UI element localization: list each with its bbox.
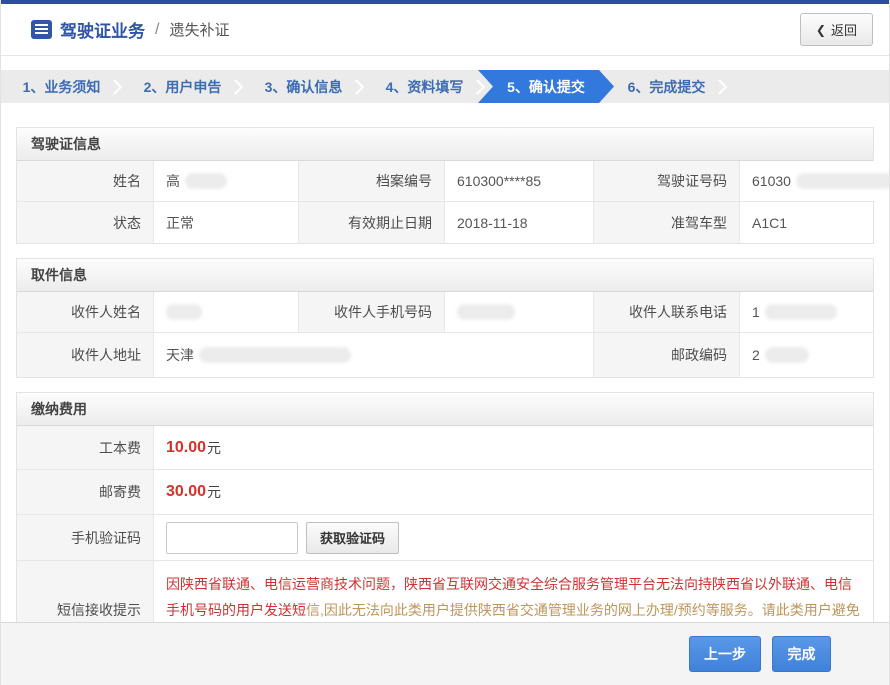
redacted-blur [796,173,890,189]
section-title: 取件信息 [17,259,873,292]
label-file-number: 档案编号 [299,161,445,201]
table-row: 工本费 10.00 元 [17,426,873,470]
chevron-right-icon [349,79,365,95]
value-status: 正常 [154,202,299,243]
step-3-confirm-info[interactable]: 3、确认信息 [243,70,364,103]
previous-step-button[interactable]: 上一步 [689,636,761,672]
back-button[interactable]: ❮ 返回 [800,13,873,46]
label-sms-code: 手机验证码 [17,515,154,560]
value-mailing-fee: 30.00 元 [154,470,873,514]
page-header: 驾驶证业务 / 遗失补证 ❮ 返回 [1,4,889,56]
value-license-number: 61030 [740,161,890,201]
page-title: 驾驶证业务 [60,17,145,42]
label-name: 姓名 [17,161,154,201]
page: 驾驶证业务 / 遗失补证 ❮ 返回 1、业务须知 2、用户申告 3、确认信息 4… [0,0,890,685]
table-row: 姓名 高 档案编号 610300****85 驾驶证号码 61030 [17,161,873,202]
label-recipient-name: 收件人姓名 [17,292,154,332]
steps-filler [727,70,889,103]
section-title: 驾驶证信息 [17,128,873,161]
redacted-blur [199,347,351,363]
chevron-right-icon [470,79,486,95]
chevron-right-icon [107,79,123,95]
sms-code-cell: 获取验证码 [154,515,873,560]
mailing-fee-amount: 30.00 [166,483,206,501]
back-button-label: 返回 [831,20,857,39]
value-name: 高 [154,161,299,201]
value-recipient-phone: 1 [740,292,873,332]
table-row: 邮寄费 30.00 元 [17,470,873,515]
footer-action-bar: 上一步 完成 [1,622,889,685]
breadcrumb-separator: / [155,21,159,39]
step-5-confirm-submit-active[interactable]: 5、确认提交 [478,70,614,103]
chevron-right-icon [228,79,244,95]
label-expiry-date: 有效期止日期 [299,202,445,243]
value-recipient-address: 天津 [154,333,594,377]
value-file-number: 610300****85 [445,161,594,201]
chevron-left-icon: ❮ [816,23,826,37]
step-1-business-notice[interactable]: 1、业务须知 [1,70,122,103]
section-license-info: 驾驶证信息 姓名 高 档案编号 610300****85 驾驶证号码 61030… [16,127,874,244]
redacted-blur [765,347,809,363]
table-row: 状态 正常 有效期止日期 2018-11-18 准驾车型 A1C1 [17,202,873,243]
table-row: 收件人姓名 收件人手机号码 收件人联系电话 1 [17,292,873,333]
value-production-fee: 10.00 元 [154,426,873,469]
mailing-fee-unit: 元 [207,482,221,502]
label-recipient-phone: 收件人联系电话 [594,292,740,332]
section-fees: 缴纳费用 工本费 10.00 元 邮寄费 30.00 元 手机验证码 获取验证码… [16,392,874,660]
label-vehicle-class: 准驾车型 [594,202,740,243]
label-status: 状态 [17,202,154,243]
production-fee-unit: 元 [207,438,221,458]
step-progress-bar: 1、业务须知 2、用户申告 3、确认信息 4、资料填写 5、确认提交 6、完成提… [1,70,889,103]
sms-code-input[interactable] [166,522,298,554]
label-postal-code: 邮政编码 [594,333,740,377]
table-row: 手机验证码 获取验证码 [17,515,873,561]
value-expiry-date: 2018-11-18 [445,202,594,243]
label-recipient-address: 收件人地址 [17,333,154,377]
redacted-blur [765,304,837,320]
section-title: 缴纳费用 [17,393,873,426]
value-vehicle-class: A1C1 [740,202,873,243]
step-4-fill-data[interactable]: 4、资料填写 [364,70,485,103]
value-postal-code: 2 [740,333,873,377]
redacted-blur [166,304,202,320]
get-sms-code-button[interactable]: 获取验证码 [306,522,399,554]
value-recipient-name [154,292,299,332]
label-license-number: 驾驶证号码 [594,161,740,201]
label-recipient-mobile: 收件人手机号码 [299,292,445,332]
page-subtitle: 遗失补证 [169,19,229,40]
step-2-user-declaration[interactable]: 2、用户申告 [122,70,243,103]
redacted-blur [185,173,227,189]
redacted-blur [457,304,515,320]
production-fee-amount: 10.00 [166,439,206,457]
breadcrumb: 驾驶证业务 / 遗失补证 [31,17,229,42]
value-recipient-mobile [445,292,594,332]
section-pickup-info: 取件信息 收件人姓名 收件人手机号码 收件人联系电话 1 收件人地址 天津 邮政… [16,258,874,378]
list-icon [31,20,52,39]
finish-button[interactable]: 完成 [772,636,831,672]
chevron-right-icon [712,79,728,95]
step-6-complete-submit[interactable]: 6、完成提交 [606,70,727,103]
label-mailing-fee: 邮寄费 [17,470,154,514]
table-row: 收件人地址 天津 邮政编码 2 [17,333,873,377]
label-production-fee: 工本费 [17,426,154,469]
